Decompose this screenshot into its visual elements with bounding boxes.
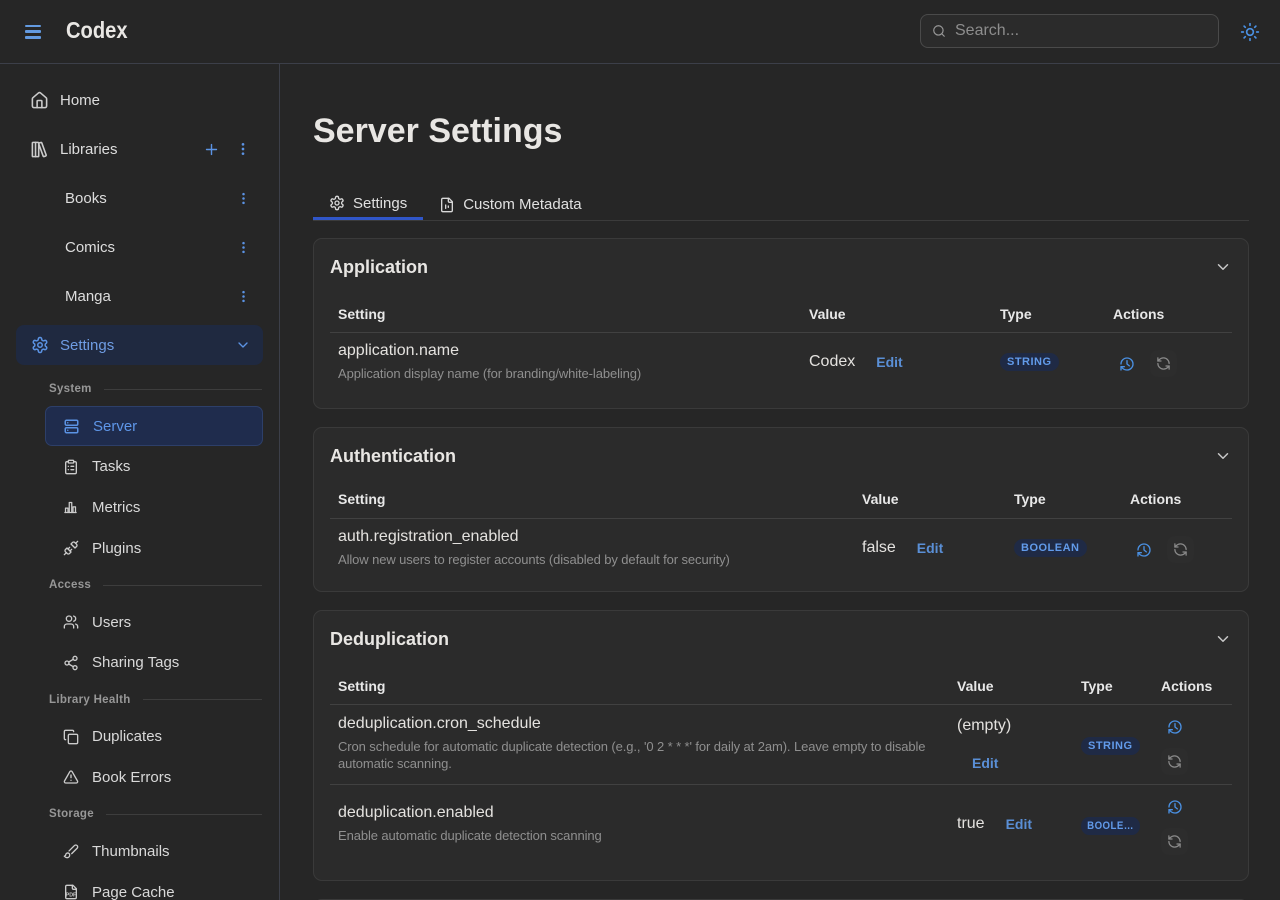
svg-text:PDF: PDF <box>65 893 76 899</box>
